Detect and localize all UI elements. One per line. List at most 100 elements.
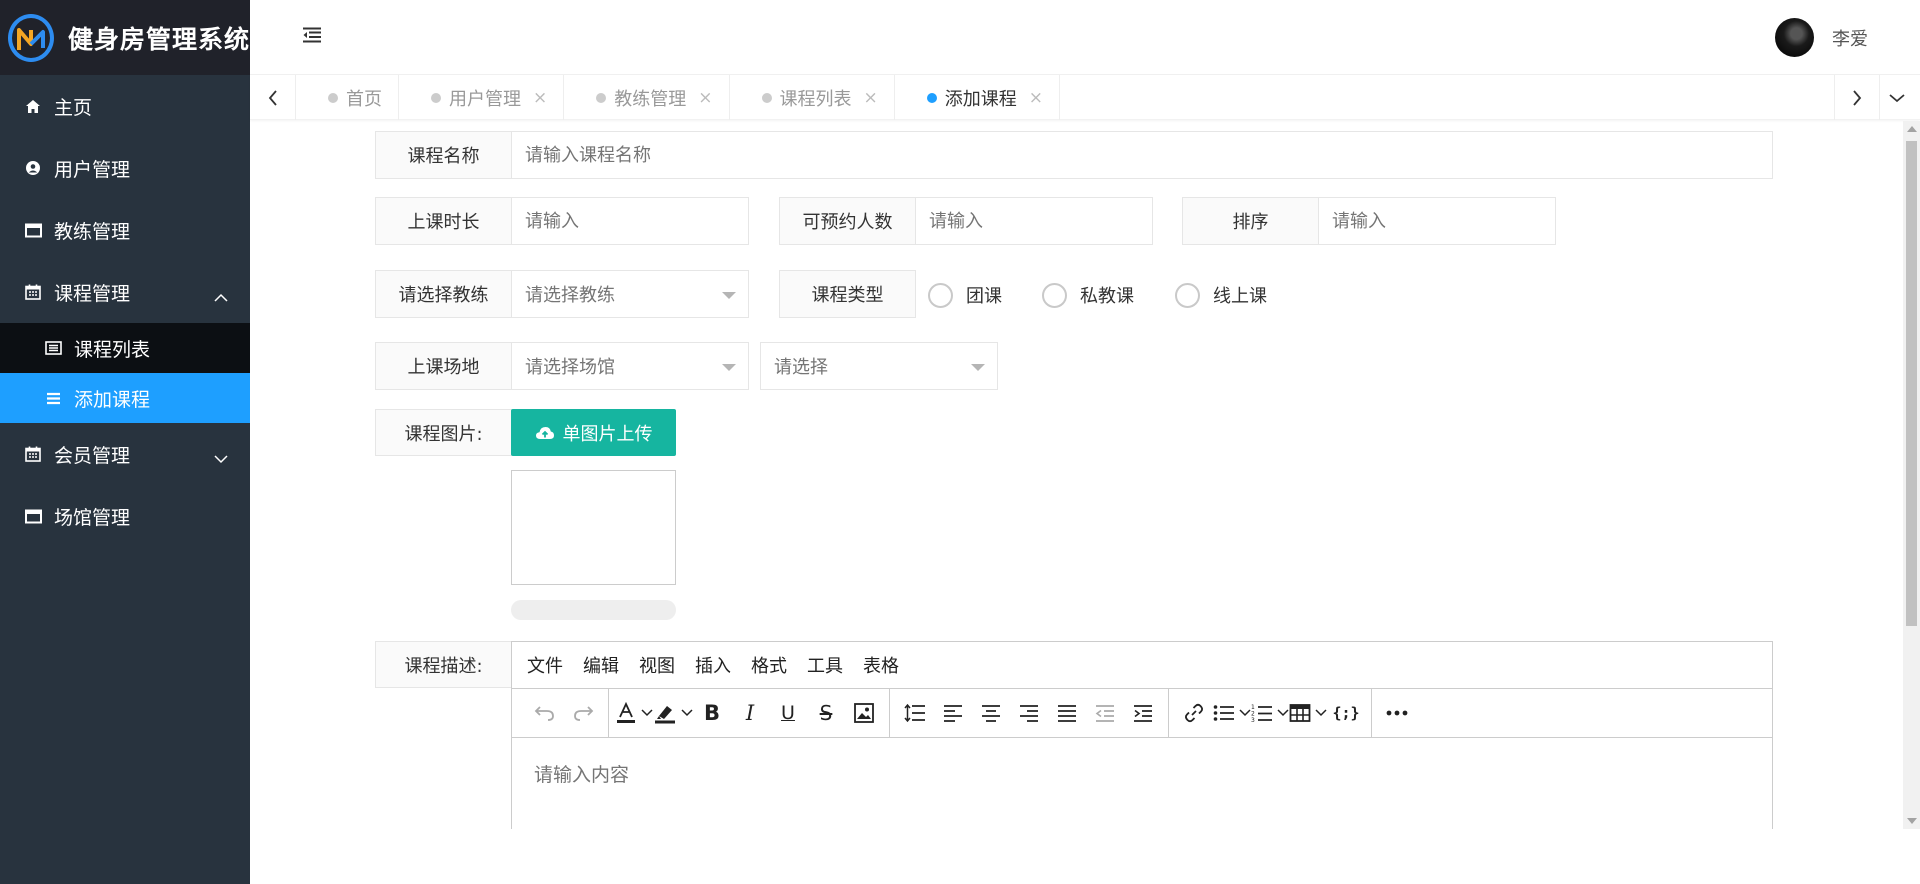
sidebar-item-members[interactable]: 会员管理 [0, 423, 250, 485]
svg-text:3: 3 [1251, 717, 1255, 723]
table-icon[interactable] [1289, 696, 1327, 730]
logo: 健身房管理系统 [0, 0, 250, 75]
more-icon[interactable] [1378, 696, 1416, 730]
course-type-radio-private[interactable]: 私教课 [1042, 282, 1134, 308]
chevron-down-icon [1889, 93, 1905, 102]
tab-user-management[interactable]: 用户管理 × [399, 75, 565, 120]
tab-label: 首页 [346, 88, 382, 110]
venue-sub-select-value: 请选择 [774, 357, 828, 378]
venue-select[interactable]: 请选择场馆 [511, 342, 749, 390]
bullet-list-icon[interactable] [1213, 696, 1251, 730]
tab-dot-icon [926, 92, 937, 103]
image-icon[interactable] [845, 696, 883, 730]
sidebar-item-label: 课程管理 [54, 282, 131, 305]
tab-home[interactable]: 首页 [296, 75, 399, 120]
text-color-icon[interactable] [615, 696, 653, 730]
tab-scroll-left-button[interactable] [250, 75, 296, 120]
tab-dot-icon [596, 92, 607, 103]
bars-icon [44, 389, 62, 407]
redo-icon[interactable] [564, 696, 602, 730]
tab-course-list[interactable]: 课程列表 × [730, 75, 895, 120]
list-alt-icon [44, 339, 62, 357]
menu-tools[interactable]: 工具 [797, 652, 853, 678]
sidebar-item-home[interactable]: 主页 [0, 75, 250, 137]
calendar-icon [24, 445, 42, 463]
radio-circle-icon[interactable] [928, 282, 953, 308]
tab-coach-management[interactable]: 教练管理 × [564, 75, 730, 120]
tab-menu-button[interactable] [1874, 75, 1920, 120]
menu-edit[interactable]: 编辑 [573, 652, 629, 678]
course-type-radio-group[interactable]: 团课 [928, 282, 1002, 308]
align-justify-icon[interactable] [1048, 696, 1086, 730]
numbered-list-icon[interactable]: 123 [1251, 696, 1289, 730]
sidebar-item-course-list[interactable]: 课程列表 [0, 323, 250, 373]
close-icon[interactable]: × [698, 88, 712, 108]
sidebar-item-coaches[interactable]: 教练管理 [0, 199, 250, 261]
image-preview [511, 470, 676, 585]
toolbar-align-group [890, 688, 1169, 738]
duration-input[interactable] [525, 210, 748, 232]
sidebar-item-users[interactable]: 用户管理 [0, 137, 250, 199]
outdent-icon[interactable] [1086, 696, 1124, 730]
capacity-field[interactable] [915, 197, 1153, 245]
strikethrough-icon[interactable]: S [807, 696, 845, 730]
cloud-upload-icon [535, 426, 554, 439]
align-center-icon[interactable] [972, 696, 1010, 730]
toolbar-more-group [1372, 689, 1422, 738]
menu-file[interactable]: 文件 [517, 652, 573, 678]
code-sample-icon[interactable]: {;} [1327, 696, 1365, 730]
editor-menubar: 文件 编辑 视图 插入 格式 工具 表格 [512, 642, 1772, 689]
indent-icon[interactable] [1124, 696, 1162, 730]
scroll-down-icon[interactable] [1907, 818, 1917, 824]
capacity-input[interactable] [929, 210, 1152, 232]
user-name: 李爱 [1832, 28, 1868, 50]
italic-icon[interactable]: I [731, 696, 769, 730]
menu-view[interactable]: 视图 [629, 652, 685, 678]
scroll-up-icon[interactable] [1907, 126, 1917, 132]
link-icon[interactable] [1175, 696, 1213, 730]
chevron-up-icon [214, 285, 228, 307]
content-scrollbar[interactable] [1903, 121, 1920, 829]
toolbar-format-group: B I U S [609, 688, 890, 738]
bold-icon[interactable]: B [693, 696, 731, 730]
caret-down-icon [971, 364, 985, 371]
close-icon[interactable]: × [1029, 88, 1043, 108]
course-type-radio-online[interactable]: 线上课 [1175, 282, 1267, 308]
user-circle-icon [24, 159, 42, 177]
scrollbar-thumb[interactable] [1906, 141, 1917, 626]
underline-icon[interactable]: U [769, 696, 807, 730]
course-name-input[interactable] [525, 144, 1772, 166]
undo-icon[interactable] [526, 696, 564, 730]
line-height-icon[interactable] [896, 696, 934, 730]
user-menu[interactable]: 李爱 [1775, 18, 1868, 57]
radio-circle-icon[interactable] [1042, 282, 1067, 308]
sidebar-item-label: 用户管理 [54, 158, 131, 181]
sidebar-item-courses[interactable]: 课程管理 [0, 261, 250, 323]
menu-insert[interactable]: 插入 [685, 652, 741, 678]
sidebar-item-add-course[interactable]: 添加课程 [0, 373, 250, 423]
close-icon[interactable]: × [533, 88, 547, 108]
duration-field[interactable] [511, 197, 749, 245]
editor-content[interactable]: 请输入内容 [512, 738, 1772, 809]
window-icon [24, 507, 42, 525]
avatar [1775, 18, 1814, 57]
radio-circle-icon[interactable] [1175, 282, 1200, 308]
align-right-icon[interactable] [1010, 696, 1048, 730]
sort-input[interactable] [1332, 210, 1555, 232]
close-icon[interactable]: × [864, 88, 878, 108]
toolbar-insert-group: 123 {;} [1169, 688, 1372, 738]
menu-format[interactable]: 格式 [741, 652, 797, 678]
venue-sub-select[interactable]: 请选择 [760, 342, 998, 390]
highlight-color-icon[interactable] [653, 696, 693, 730]
sidebar-toggle-icon[interactable] [302, 27, 324, 49]
sort-field[interactable] [1318, 197, 1556, 245]
course-name-field[interactable] [511, 131, 1773, 179]
image-upload-button[interactable]: 单图片上传 [511, 409, 676, 456]
menu-table[interactable]: 表格 [853, 652, 909, 678]
description-label: 课程描述: [375, 641, 512, 688]
sidebar-item-venues[interactable]: 场馆管理 [0, 485, 250, 547]
coach-select[interactable]: 请选择教练 [511, 270, 749, 318]
align-left-icon[interactable] [934, 696, 972, 730]
tab-add-course[interactable]: 添加课程 × [895, 75, 1060, 120]
capacity-label: 可预约人数 [779, 197, 916, 245]
